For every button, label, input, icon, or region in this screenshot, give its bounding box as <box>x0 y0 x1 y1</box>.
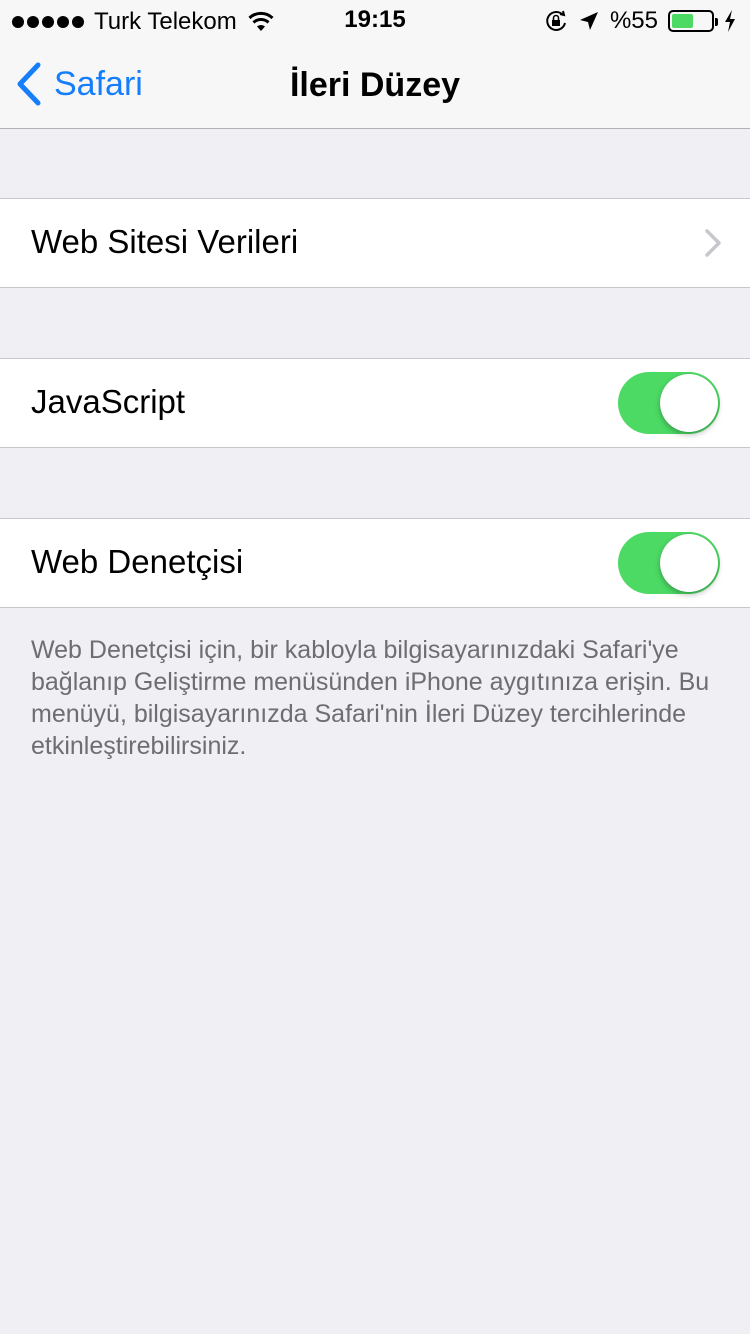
location-arrow-icon <box>579 12 598 30</box>
status-bar: Turk Telekom 19:15 %55 <box>0 0 750 40</box>
web-inspector-cell: Web Denetçisi <box>0 519 750 607</box>
web-inspector-label: Web Denetçisi <box>31 543 244 580</box>
toggle-knob <box>660 534 718 592</box>
web-inspector-footer: Web Denetçisi için, bir kabloyla bilgisa… <box>31 636 710 760</box>
status-right: %55 <box>544 7 736 35</box>
battery-fill <box>672 14 693 28</box>
javascript-toggle[interactable] <box>618 372 720 434</box>
toggle-knob <box>660 374 718 432</box>
page-title: İleri Düzey <box>289 66 461 104</box>
charging-bolt-icon <box>725 10 735 32</box>
javascript-group: JavaScript <box>0 358 750 448</box>
javascript-label: JavaScript <box>31 383 186 420</box>
website-data-label: Web Sitesi Verileri <box>31 223 299 260</box>
website-data-group: Web Sitesi Verileri <box>0 198 750 288</box>
chevron-right-icon <box>705 229 721 257</box>
javascript-cell: JavaScript <box>0 359 750 447</box>
battery-icon <box>668 10 718 32</box>
navigation-bar: Safari İleri Düzey <box>0 40 750 129</box>
web-inspector-toggle[interactable] <box>618 532 720 594</box>
battery-percent: %55 <box>609 7 658 34</box>
orientation-lock-icon <box>546 10 566 31</box>
web-inspector-group: Web Denetçisi <box>0 518 750 608</box>
website-data-cell[interactable]: Web Sitesi Verileri <box>0 199 750 287</box>
